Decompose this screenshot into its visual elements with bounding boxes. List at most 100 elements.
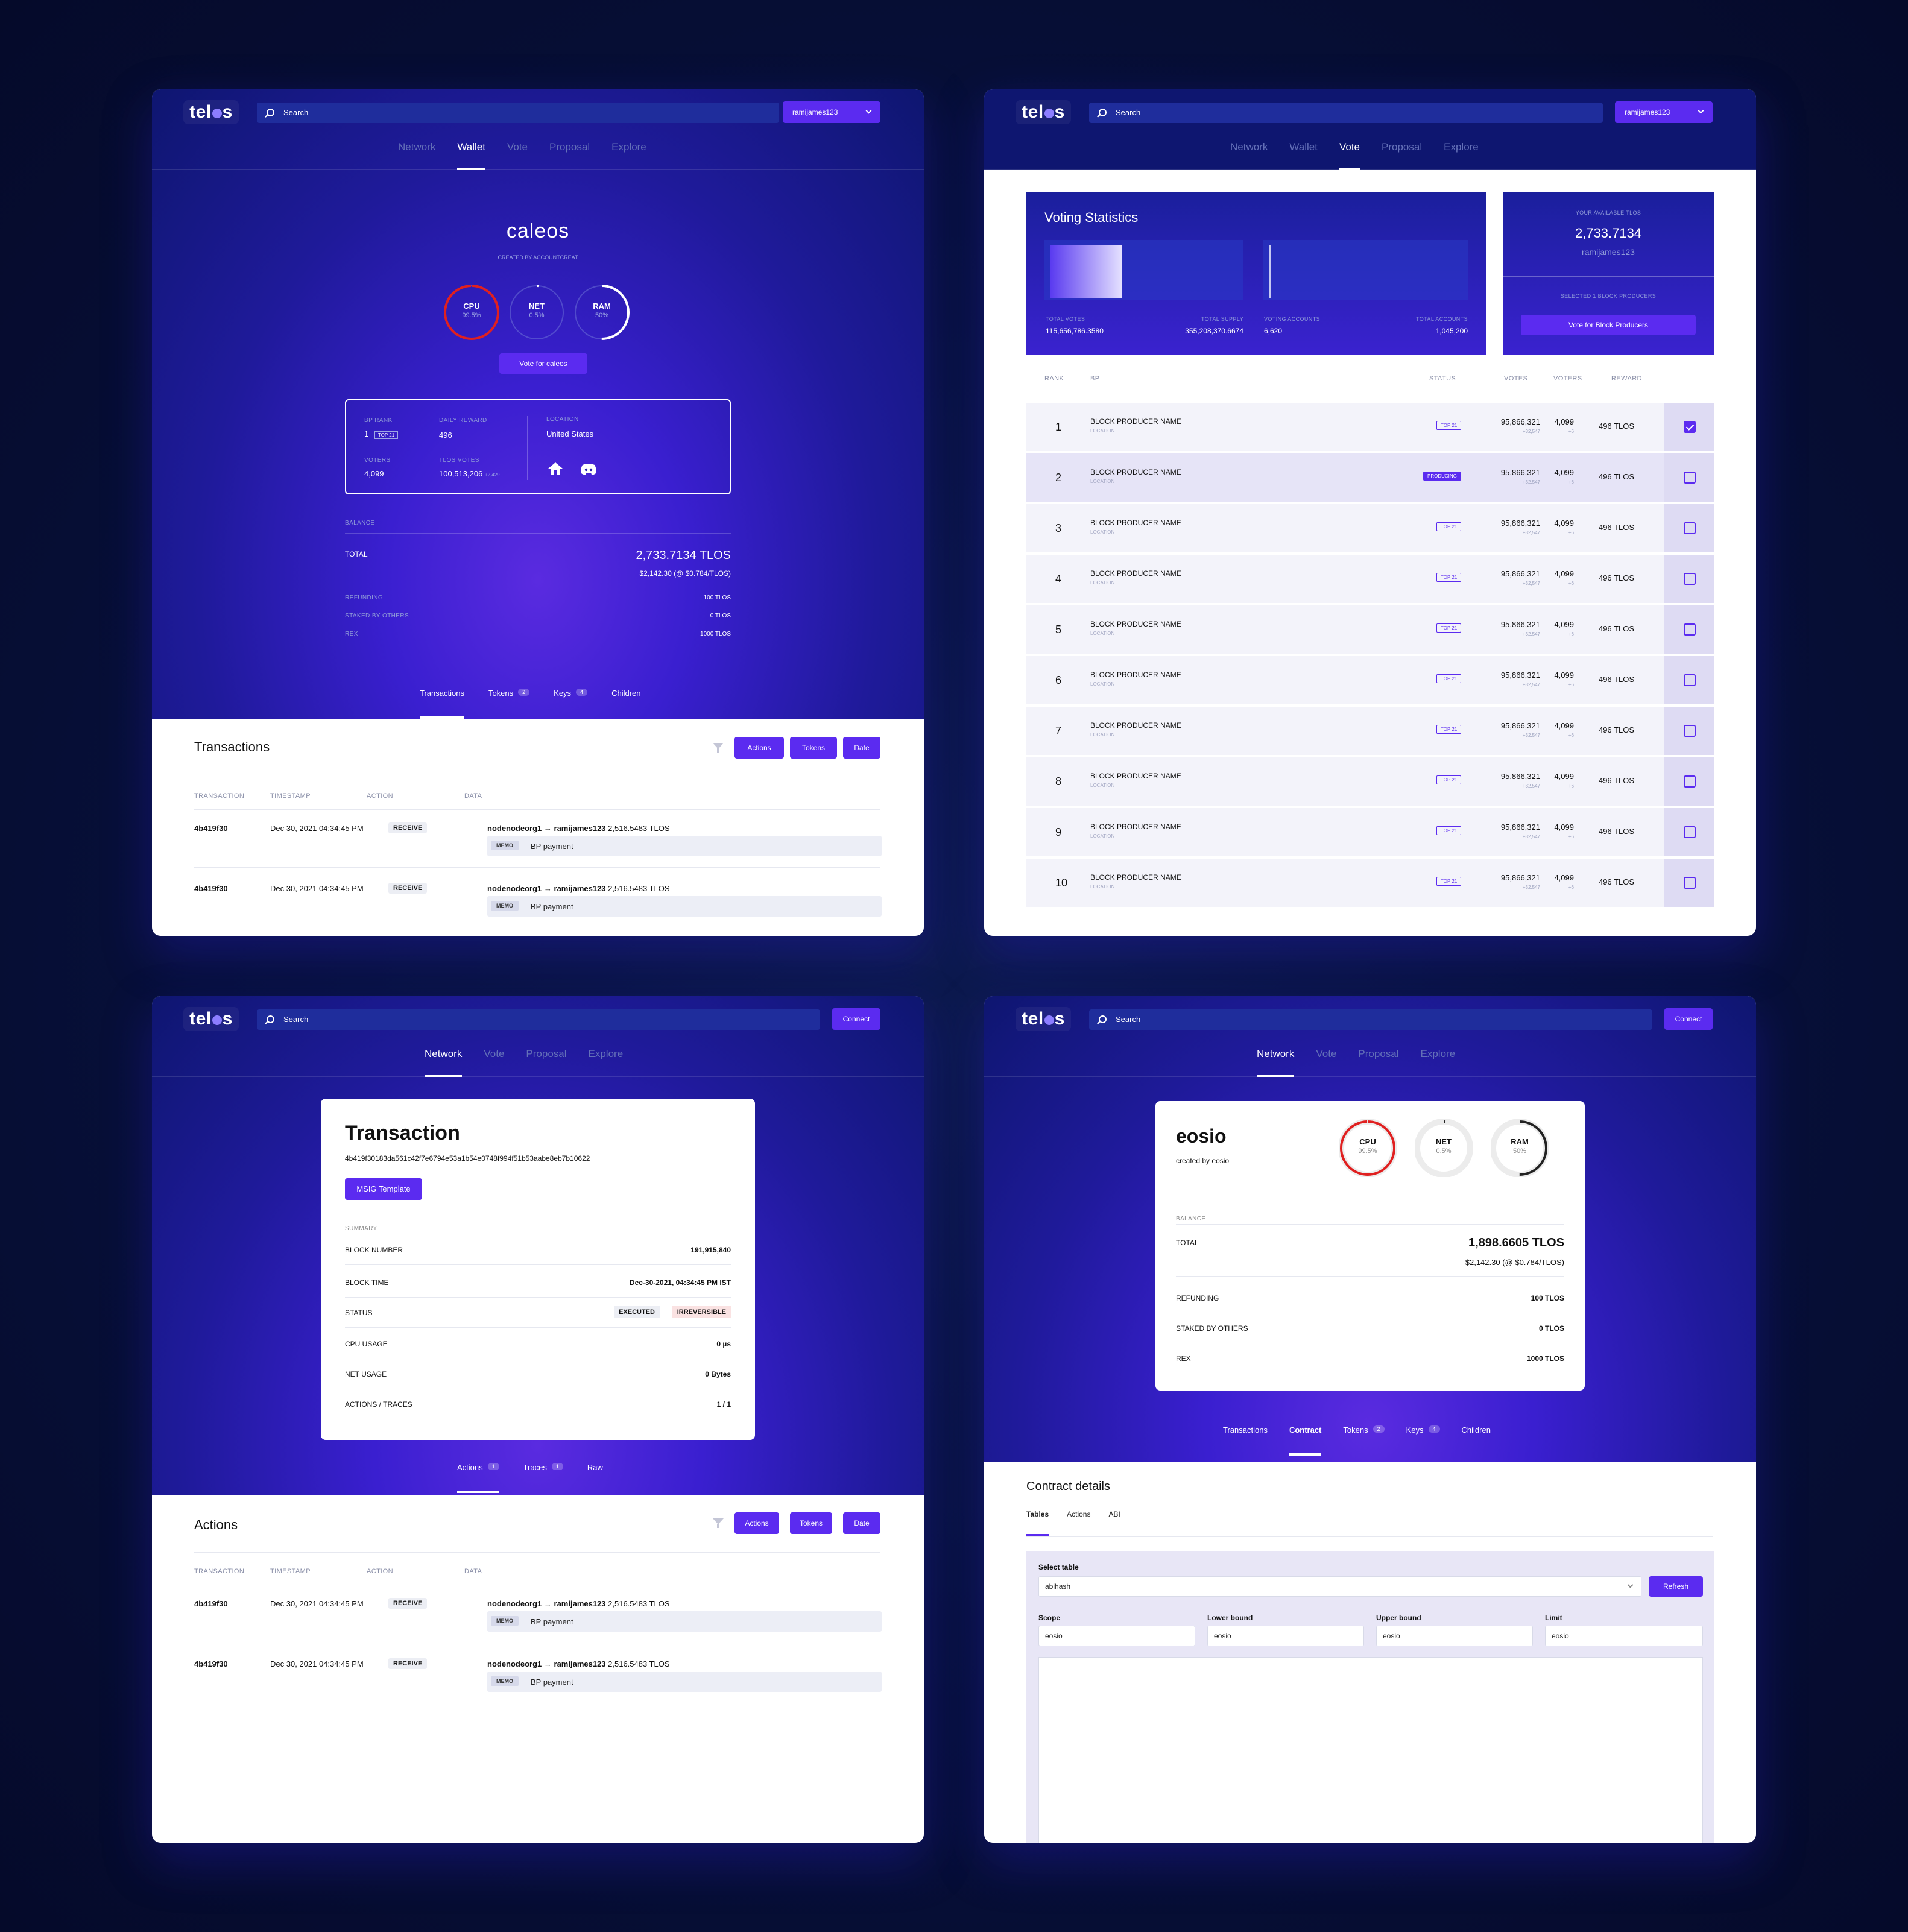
subtab-tokens[interactable]: Tokens 2 xyxy=(1343,1425,1385,1456)
lower-bound-input[interactable]: eosio xyxy=(1207,1626,1364,1646)
inner-tab-actions[interactable]: Actions xyxy=(1067,1510,1090,1536)
connect-button[interactable]: Connect xyxy=(832,1008,880,1030)
vote-account-button[interactable]: Vote for caleos xyxy=(499,353,587,374)
table-results-area[interactable] xyxy=(1038,1657,1703,1843)
checkbox-cell[interactable] xyxy=(1664,504,1714,552)
tab-explore[interactable]: Explore xyxy=(589,1048,624,1077)
checkbox-cell[interactable] xyxy=(1664,403,1714,451)
account-dropdown[interactable]: ramijames123 xyxy=(783,101,880,123)
subtab-transactions[interactable]: Transactions xyxy=(1223,1425,1268,1456)
upper-bound-input[interactable]: eosio xyxy=(1376,1626,1533,1646)
bp-name[interactable]: BLOCK PRODUCER NAME xyxy=(1090,620,1181,628)
bp-select-checkbox[interactable] xyxy=(1684,522,1696,534)
bp-row[interactable]: 2 BLOCK PRODUCER NAME LOCATION PRODUCING 95,… xyxy=(1026,453,1714,502)
filter-date-button[interactable]: Date xyxy=(843,737,880,759)
checkbox-cell[interactable] xyxy=(1664,656,1714,704)
bp-name[interactable]: BLOCK PRODUCER NAME xyxy=(1090,468,1181,476)
bp-row[interactable]: 5 BLOCK PRODUCER NAME LOCATION TOP 21 95,866… xyxy=(1026,605,1714,654)
filter-icon[interactable] xyxy=(713,743,724,753)
subtab-transactions[interactable]: Transactions xyxy=(420,689,464,719)
tab-network[interactable]: Network xyxy=(1230,141,1268,170)
bp-row[interactable]: 8 BLOCK PRODUCER NAME LOCATION TOP 21 95,866… xyxy=(1026,757,1714,806)
bp-select-checkbox[interactable] xyxy=(1684,421,1696,433)
bp-select-checkbox[interactable] xyxy=(1684,674,1696,686)
creator-link[interactable]: eosio xyxy=(1211,1157,1229,1165)
search-input[interactable]: Search xyxy=(257,103,779,123)
tab-proposal[interactable]: Proposal xyxy=(1382,141,1422,170)
tab-vote[interactable]: Vote xyxy=(484,1048,504,1077)
subtab-raw[interactable]: Raw xyxy=(587,1463,603,1493)
refresh-button[interactable]: Refresh xyxy=(1649,1576,1703,1597)
search-input[interactable]: Search xyxy=(1089,103,1603,123)
bp-select-checkbox[interactable] xyxy=(1684,826,1696,838)
checkbox-cell[interactable] xyxy=(1664,605,1714,654)
subtab-actions[interactable]: Actions 1 xyxy=(457,1463,499,1493)
checkbox-cell[interactable] xyxy=(1664,808,1714,856)
subtab-children[interactable]: Children xyxy=(1462,1425,1491,1456)
creator-link[interactable]: ACCOUNTCREAT xyxy=(533,254,578,260)
tab-network[interactable]: Network xyxy=(398,141,435,170)
to-account[interactable]: ramijames123 xyxy=(554,1599,606,1608)
bp-select-checkbox[interactable] xyxy=(1684,725,1696,737)
to-account[interactable]: ramijames123 xyxy=(554,1659,606,1668)
tab-wallet[interactable]: Wallet xyxy=(1289,141,1318,170)
filter-date-button[interactable]: Date xyxy=(843,1512,880,1534)
filter-tokens-button[interactable]: Tokens xyxy=(790,1512,832,1534)
subtab-contract[interactable]: Contract xyxy=(1289,1425,1322,1456)
subtab-keys[interactable]: Keys 4 xyxy=(554,689,588,719)
subtab-children[interactable]: Children xyxy=(611,689,640,719)
filter-actions-button[interactable]: Actions xyxy=(734,737,784,759)
telos-logo[interactable]: tel s xyxy=(183,100,239,124)
bp-row[interactable]: 9 BLOCK PRODUCER NAME LOCATION TOP 21 95,866… xyxy=(1026,808,1714,856)
msig-template-button[interactable]: MSIG Template xyxy=(345,1178,422,1200)
checkbox-cell[interactable] xyxy=(1664,859,1714,907)
filter-tokens-button[interactable]: Tokens xyxy=(790,737,837,759)
select-table-dropdown[interactable]: abihash xyxy=(1038,1576,1641,1597)
tab-proposal[interactable]: Proposal xyxy=(1358,1048,1398,1077)
discord-icon[interactable] xyxy=(580,463,597,475)
limit-input[interactable]: eosio xyxy=(1545,1626,1703,1646)
transaction-id[interactable]: 4b419f30 xyxy=(194,1599,228,1608)
bp-name[interactable]: BLOCK PRODUCER NAME xyxy=(1090,569,1181,578)
scope-input[interactable]: eosio xyxy=(1038,1626,1195,1646)
bp-name[interactable]: BLOCK PRODUCER NAME xyxy=(1090,772,1181,780)
tab-wallet[interactable]: Wallet xyxy=(457,141,485,170)
bp-row[interactable]: 4 BLOCK PRODUCER NAME LOCATION TOP 21 95,866… xyxy=(1026,555,1714,603)
subtab-traces[interactable]: Traces 1 xyxy=(523,1463,563,1493)
filter-actions-button[interactable]: Actions xyxy=(734,1512,779,1534)
telos-logo[interactable]: tel s xyxy=(183,1007,239,1031)
transaction-id[interactable]: 4b419f30 xyxy=(194,824,228,833)
tab-explore[interactable]: Explore xyxy=(611,141,646,170)
checkbox-cell[interactable] xyxy=(1664,707,1714,755)
bp-select-checkbox[interactable] xyxy=(1684,877,1696,889)
to-account[interactable]: ramijames123 xyxy=(554,884,606,893)
connect-button[interactable]: Connect xyxy=(1664,1008,1713,1030)
tab-network[interactable]: Network xyxy=(1257,1048,1295,1077)
bp-name[interactable]: BLOCK PRODUCER NAME xyxy=(1090,519,1181,527)
bp-select-checkbox[interactable] xyxy=(1684,573,1696,585)
tab-network[interactable]: Network xyxy=(425,1048,463,1077)
subtab-keys[interactable]: Keys 4 xyxy=(1406,1425,1440,1456)
checkbox-cell[interactable] xyxy=(1664,453,1714,502)
bp-row[interactable]: 1 BLOCK PRODUCER NAME LOCATION TOP 21 95,866… xyxy=(1026,403,1714,451)
bp-name[interactable]: BLOCK PRODUCER NAME xyxy=(1090,417,1181,426)
tab-explore[interactable]: Explore xyxy=(1421,1048,1456,1077)
subtab-tokens[interactable]: Tokens 2 xyxy=(488,689,530,719)
bp-name[interactable]: BLOCK PRODUCER NAME xyxy=(1090,822,1181,831)
tab-explore[interactable]: Explore xyxy=(1444,141,1479,170)
home-icon[interactable] xyxy=(548,462,563,475)
tab-proposal[interactable]: Proposal xyxy=(549,141,590,170)
from-account[interactable]: nodenodeorg1 xyxy=(487,824,542,833)
filter-icon[interactable] xyxy=(713,1518,724,1528)
search-input[interactable]: Search xyxy=(1089,1009,1652,1030)
bp-row[interactable]: 7 BLOCK PRODUCER NAME LOCATION TOP 21 95,866… xyxy=(1026,707,1714,755)
telos-logo[interactable]: tel s xyxy=(1016,100,1071,124)
bp-row[interactable]: 3 BLOCK PRODUCER NAME LOCATION TOP 21 95,866… xyxy=(1026,504,1714,552)
telos-logo[interactable]: tel s xyxy=(1016,1007,1071,1031)
inner-tab-tables[interactable]: Tables xyxy=(1026,1510,1049,1536)
transaction-id[interactable]: 4b419f30 xyxy=(194,1659,228,1668)
bp-name[interactable]: BLOCK PRODUCER NAME xyxy=(1090,721,1181,730)
from-account[interactable]: nodenodeorg1 xyxy=(487,884,542,893)
bp-select-checkbox[interactable] xyxy=(1684,472,1696,484)
tab-vote[interactable]: Vote xyxy=(507,141,528,170)
